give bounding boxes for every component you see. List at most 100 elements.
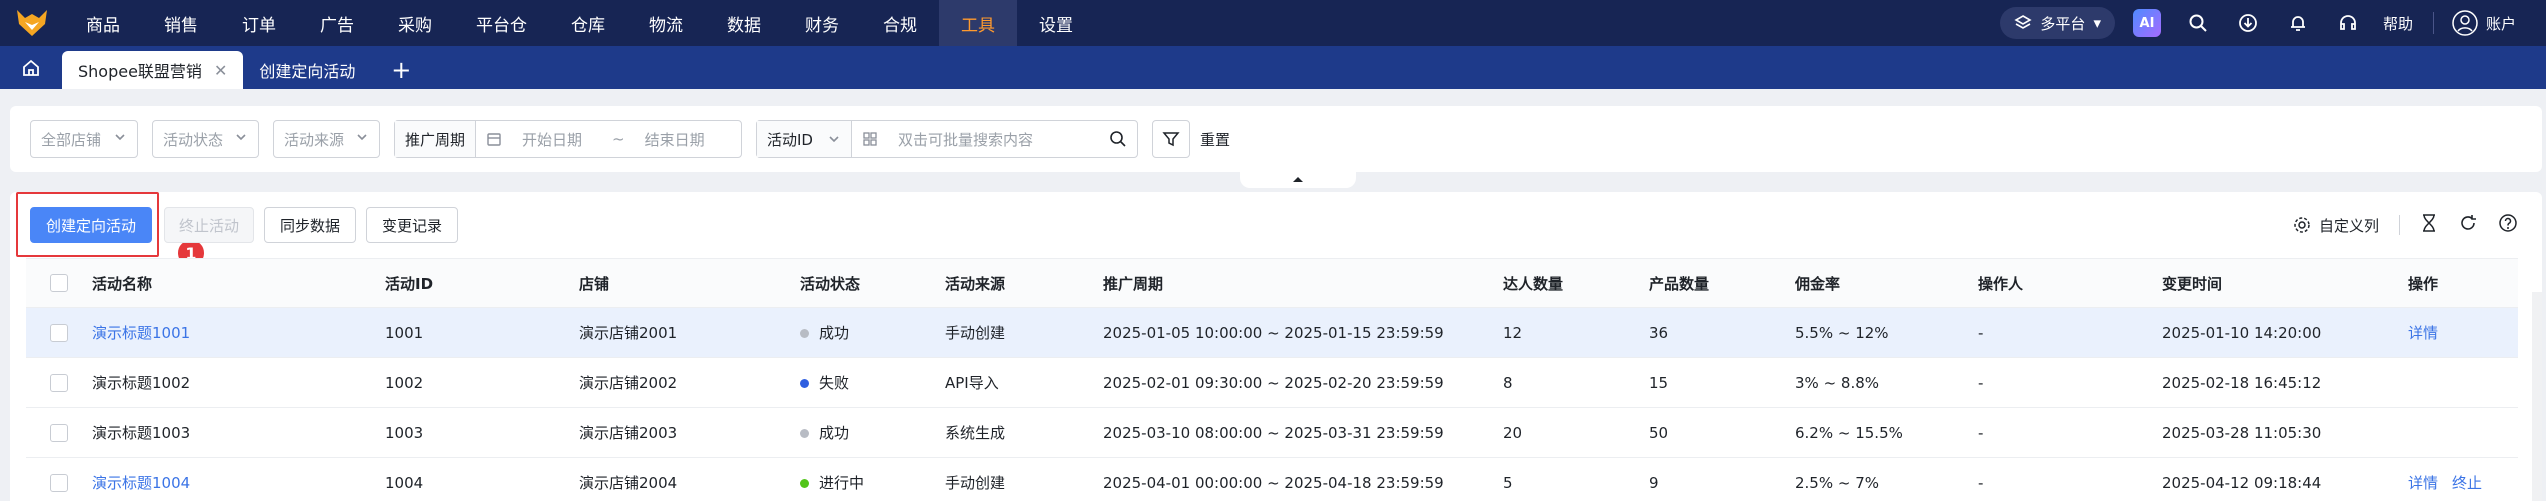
menu-item[interactable]: 物流 [627,0,705,46]
column-header[interactable]: 变更时间 [2162,273,2408,294]
app-logo[interactable] [0,0,64,46]
activity-table: 活动名称 活动ID 店铺 活动状态 活动来源 推广周期 达人数量 产品数量 佣金率 操作人 变更时间… [26,258,2518,501]
details-link[interactable]: 详情 [2408,322,2438,343]
cell-products: 50 [1649,423,1669,442]
column-header[interactable]: 店铺 [579,273,800,294]
column-header[interactable]: 推广周期 [1103,273,1503,294]
search-input[interactable]: 双击可批量搜索内容 [888,129,1099,150]
row-checkbox[interactable] [50,473,68,492]
hourglass-icon[interactable] [2420,213,2438,237]
table-row[interactable]: 演示标题1001 1001 演示店铺2001 成功 手动创建 2025-01-05 10:… [26,308,2518,358]
cell-id: 1004 [385,473,424,492]
menu-item[interactable]: 合规 [861,0,939,46]
menu-item[interactable]: 采购 [376,0,454,46]
menu-item[interactable]: 平台仓 [454,0,549,46]
reset-button[interactable]: 重置 [1200,129,1230,150]
help-icon[interactable] [2498,213,2518,237]
menu-item[interactable]: 广告 [298,0,376,46]
period-range-picker[interactable]: 推广周期 开始日期 ~ 结束日期 [394,120,742,158]
account-menu[interactable]: 账户 [2452,10,2516,36]
cell-products: 9 [1649,473,1659,492]
tab-create-targeted[interactable]: 创建定向活动 [243,51,371,89]
details-link[interactable]: 详情 [2408,472,2438,493]
select-all-cell [26,274,92,292]
cell-rate: 5.5% ~ 12% [1795,323,1889,342]
change-log-button[interactable]: 变更记录 [366,207,458,243]
column-header[interactable]: 操作人 [1978,273,2162,294]
home-tab[interactable] [0,46,62,89]
close-icon[interactable]: ✕ [214,61,227,80]
shop-select[interactable]: 全部店铺 [30,120,138,158]
calendar-icon [476,131,512,147]
column-header[interactable]: 佣金率 [1795,273,1978,294]
search-icon[interactable] [1099,130,1137,148]
cell-status: 成功 [800,422,945,443]
select-all-checkbox[interactable] [50,274,68,292]
cell-id: 1003 [385,423,424,442]
row-checkbox[interactable] [50,323,68,342]
table-row[interactable]: 演示标题1002 1002 演示店铺2002 失败 API导入 2025-02-01 09… [26,358,2518,408]
cell-rate: 6.2% ~ 15.5% [1795,423,1903,442]
table-row[interactable]: 演示标题1003 1003 演示店铺2003 成功 系统生成 2025-03-10 08:… [26,408,2518,458]
menu-item[interactable]: 设置 [1017,0,1095,46]
column-header[interactable]: 产品数量 [1649,273,1795,294]
cell-name[interactable]: 演示标题1001 [92,322,385,343]
table-header: 活动名称 活动ID 店铺 活动状态 活动来源 推广周期 达人数量 产品数量 佣金率 操作人 变更时间… [26,258,2518,308]
download-icon[interactable] [2233,8,2263,38]
column-header[interactable]: 操作 [2408,273,2518,294]
platform-label: 多平台 [2040,14,2086,33]
row-checkbox[interactable] [50,373,68,392]
menu-item[interactable]: 销售 [142,0,220,46]
source-select-value: 活动来源 [284,130,345,149]
table-scrollbar[interactable] [2532,292,2542,501]
chevron-down-icon [113,130,127,148]
menu-item[interactable]: 工具 [939,0,1017,46]
row-select-cell [26,423,92,442]
start-date-input[interactable]: 开始日期 [512,129,602,150]
cell-name: 演示标题1003 [92,424,191,442]
headset-icon[interactable] [2333,8,2363,38]
column-header[interactable]: 活动名称 [92,273,385,294]
menu-item[interactable]: 仓库 [549,0,627,46]
row-checkbox[interactable] [50,423,68,442]
cell-operator: - [1978,323,1984,342]
end-date-input[interactable]: 结束日期 [635,129,715,150]
stop-activity-button[interactable]: 终止活动 [164,207,254,243]
help-link[interactable]: 帮助 [2383,13,2413,34]
cell-shop: 演示店铺2002 [579,374,678,392]
column-header[interactable]: 活动来源 [945,273,1103,294]
cell-shop: 演示店铺2004 [579,474,678,492]
source-select[interactable]: 活动来源 [273,120,380,158]
bell-icon[interactable] [2283,8,2313,38]
menu-item[interactable]: 订单 [220,0,298,46]
table-row[interactable]: 演示标题1004 1004 演示店铺2004 进行中 手动创建 2025-04-01 00… [26,458,2518,501]
cell-rate: 3% ~ 8.8% [1795,373,1880,392]
search-field-select[interactable]: 活动ID [757,121,852,157]
status-text: 进行中 [819,474,865,492]
tab-shopee-affiliate[interactable]: Shopee联盟营销 ✕ [62,51,244,89]
column-header[interactable]: 达人数量 [1503,273,1649,294]
cell-id: 1002 [385,373,424,392]
status-text: 失败 [819,374,850,392]
cell-creators: 20 [1503,423,1523,442]
column-header[interactable]: 活动ID [385,273,579,294]
column-header[interactable]: 活动状态 [800,273,945,294]
platform-switcher[interactable]: 多平台 ▾ [2000,7,2115,39]
search-icon[interactable] [2183,8,2213,38]
collapse-filter-toggle[interactable] [1240,170,1356,188]
add-tab-button[interactable]: + [381,51,421,89]
advanced-filter-button[interactable] [1152,120,1190,158]
status-select[interactable]: 活动状态 [152,120,259,158]
refresh-icon[interactable] [2458,213,2478,237]
cell-name[interactable]: 演示标题1004 [92,472,385,493]
sync-data-button[interactable]: 同步数据 [264,207,356,243]
custom-columns-button[interactable]: 自定义列 [2293,215,2379,236]
ai-assistant-button[interactable]: AI [2132,9,2161,37]
stop-link[interactable]: 终止 [2452,472,2482,493]
menu-item[interactable]: 数据 [705,0,783,46]
cell-shop: 演示店铺2003 [579,424,678,442]
status-dot [800,429,809,438]
menu-item[interactable]: 商品 [64,0,142,46]
menu-item[interactable]: 财务 [783,0,861,46]
cell-time: 2025-01-10 14:20:00 [2162,323,2322,342]
